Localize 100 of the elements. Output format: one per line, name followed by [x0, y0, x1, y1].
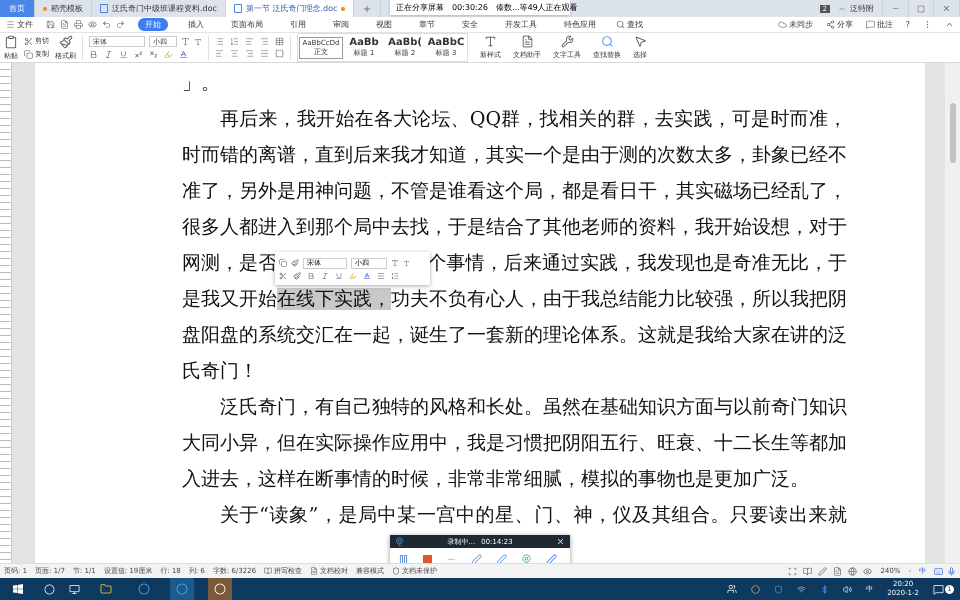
- copy-icon[interactable]: [24, 50, 33, 58]
- webcam-icon[interactable]: [521, 554, 532, 563]
- task-view-icon[interactable]: [69, 584, 80, 594]
- shrink-font-icon[interactable]: [194, 38, 202, 46]
- copy-icon[interactable]: [279, 259, 287, 267]
- redo-icon[interactable]: [116, 20, 125, 29]
- menu-tab[interactable]: 审阅: [326, 18, 356, 31]
- preview-icon[interactable]: [88, 20, 97, 29]
- document-tab[interactable]: 首页: [0, 0, 35, 17]
- scissors-icon[interactable]: [24, 36, 33, 46]
- page-view-icon[interactable]: [833, 566, 842, 576]
- speaker-icon[interactable]: [843, 584, 852, 594]
- stop-button[interactable]: [423, 554, 432, 563]
- cursor-icon[interactable]: [634, 35, 646, 48]
- underline-icon[interactable]: [119, 50, 128, 59]
- document-icon[interactable]: [310, 567, 318, 575]
- shield-icon[interactable]: [392, 567, 400, 575]
- menu-icon[interactable]: [6, 20, 15, 29]
- bullet-list-icon[interactable]: [215, 37, 224, 46]
- pen-icon[interactable]: [496, 554, 507, 563]
- wrench-icon[interactable]: [560, 35, 574, 48]
- keyboard-icon[interactable]: [934, 566, 943, 576]
- table-icon[interactable]: [275, 37, 284, 46]
- windows-logo-icon[interactable]: [13, 584, 23, 594]
- spellcheck-icon[interactable]: [264, 567, 272, 575]
- print-icon[interactable]: [74, 20, 83, 29]
- folder-icon[interactable]: [100, 583, 112, 595]
- menu-tab[interactable]: 插入: [181, 18, 211, 31]
- menu-tab[interactable]: 页面布局: [224, 18, 270, 31]
- web-view-icon[interactable]: [848, 566, 858, 576]
- toolbar-link[interactable]: 未同步: [788, 19, 813, 30]
- align-icon[interactable]: [377, 272, 385, 280]
- file-menu[interactable]: 文件: [17, 19, 33, 30]
- bluetooth-icon[interactable]: [820, 584, 830, 594]
- list-icon[interactable]: [391, 272, 399, 280]
- write-view-icon[interactable]: [818, 566, 828, 576]
- bold-icon[interactable]: [307, 272, 315, 280]
- new-tab-icon[interactable]: [362, 4, 372, 14]
- pause-icon[interactable]: [398, 554, 409, 563]
- microphone-icon[interactable]: [947, 566, 956, 576]
- viewer-count: 傣数...等49人正在观看: [496, 2, 578, 13]
- save-icon[interactable]: [46, 20, 55, 29]
- numbered-list-icon[interactable]: [230, 37, 239, 46]
- bold-icon[interactable]: [89, 50, 98, 59]
- shield-icon[interactable]: [774, 584, 784, 594]
- cloud-icon[interactable]: [778, 20, 787, 29]
- font-color-icon[interactable]: [363, 272, 371, 280]
- menu-tab[interactable]: 开发工具: [498, 18, 544, 31]
- document-icon[interactable]: [60, 20, 69, 29]
- subscript-icon[interactable]: [149, 50, 158, 59]
- superscript-icon[interactable]: [134, 50, 143, 59]
- underline-icon[interactable]: [335, 272, 343, 280]
- styles-icon[interactable]: [484, 35, 497, 48]
- document-icon[interactable]: [520, 35, 534, 48]
- toolbar-link[interactable]: 批注: [876, 19, 893, 30]
- clipboard-icon[interactable]: [4, 34, 18, 48]
- italic-icon[interactable]: [321, 272, 329, 280]
- search-circle-icon[interactable]: [44, 584, 55, 594]
- fullscreen-icon[interactable]: [788, 566, 798, 576]
- scrollbar[interactable]: [945, 63, 960, 563]
- eye-icon[interactable]: [863, 566, 872, 576]
- comment-icon[interactable]: [866, 20, 875, 29]
- close-icon[interactable]: [556, 537, 566, 546]
- marker-icon[interactable]: [471, 554, 482, 563]
- align-left-icon[interactable]: [215, 49, 224, 58]
- grow-font-icon[interactable]: [181, 37, 190, 46]
- italic-icon[interactable]: [104, 50, 113, 59]
- search-icon[interactable]: [600, 35, 614, 48]
- notification-icon[interactable]: [933, 584, 944, 594]
- undo-icon[interactable]: [102, 20, 111, 29]
- menu-tab[interactable]: 开始: [138, 18, 168, 31]
- shrink-font-icon[interactable]: [403, 260, 410, 266]
- menu-tab[interactable]: 章节: [412, 18, 442, 31]
- scissors-icon[interactable]: [279, 272, 287, 280]
- font-color-icon[interactable]: [179, 50, 188, 59]
- align-center-icon[interactable]: [230, 49, 239, 58]
- share-icon[interactable]: [826, 20, 835, 29]
- justify-icon[interactable]: [260, 49, 269, 58]
- menu-tab[interactable]: 视图: [369, 18, 399, 31]
- tray-icon[interactable]: [751, 584, 760, 594]
- pencil-icon[interactable]: [546, 554, 557, 563]
- document-tab[interactable]: 第一节 泛氏奇门理念.doc: [226, 0, 354, 17]
- paintbrush-icon[interactable]: [58, 34, 72, 48]
- toolbar-link[interactable]: 分享: [836, 19, 853, 30]
- grow-font-icon[interactable]: [391, 259, 399, 267]
- search-link[interactable]: 查找: [627, 19, 643, 30]
- body-text: 氏奇门！: [182, 359, 259, 384]
- document-tab[interactable]: 稻壳模板: [35, 0, 92, 17]
- menu-tab[interactable]: 引用: [283, 18, 313, 31]
- people-icon[interactable]: [727, 584, 738, 594]
- border-icon[interactable]: [275, 49, 284, 58]
- help-button[interactable]: ?: [906, 20, 910, 29]
- app-icon[interactable]: [214, 583, 226, 595]
- read-view-icon[interactable]: [803, 566, 812, 576]
- align-right-icon[interactable]: [245, 49, 254, 58]
- search-icon[interactable]: [616, 20, 625, 29]
- menu-tab[interactable]: 特色应用: [557, 18, 603, 31]
- collapse-icon[interactable]: [945, 20, 954, 29]
- menu-tab[interactable]: 安全: [455, 18, 485, 31]
- network-icon[interactable]: [797, 584, 806, 594]
